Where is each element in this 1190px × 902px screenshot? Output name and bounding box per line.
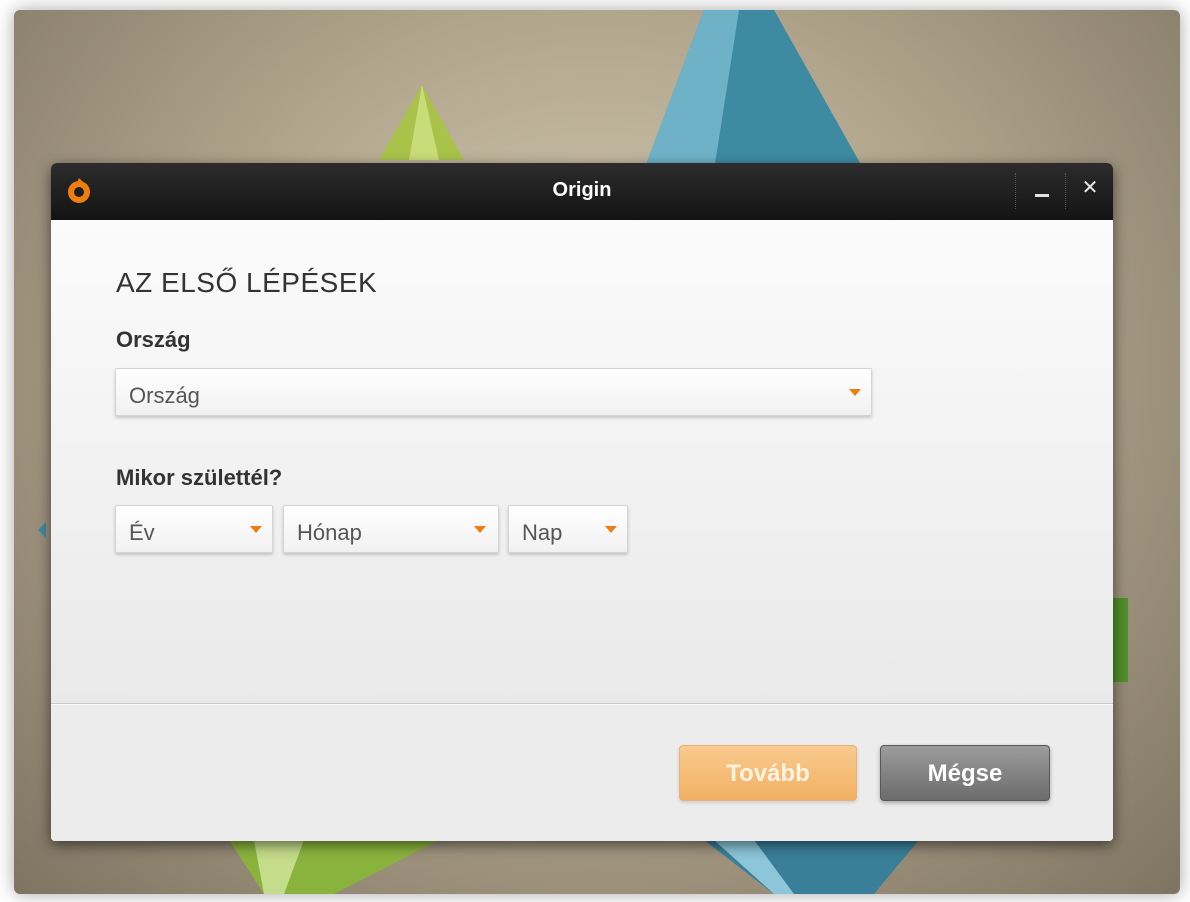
dropdown-arrow-icon bbox=[250, 526, 262, 533]
country-label: Ország bbox=[116, 327, 191, 352]
next-button[interactable]: Tovább bbox=[679, 745, 857, 801]
country-select[interactable]: Ország bbox=[115, 368, 872, 416]
cancel-button[interactable]: Mégse bbox=[880, 745, 1050, 801]
dropdown-arrow-icon bbox=[605, 526, 617, 533]
year-select[interactable]: Év bbox=[115, 505, 273, 553]
title-bar[interactable]: Origin ✕ bbox=[51, 163, 1113, 220]
month-select[interactable]: Hónap bbox=[283, 505, 499, 553]
titlebar-divider bbox=[1065, 173, 1067, 209]
day-select-value: Nap bbox=[522, 520, 563, 545]
minimize-button[interactable] bbox=[1029, 179, 1055, 205]
close-icon: ✕ bbox=[1081, 177, 1099, 199]
dialog-footer: Tovább Mégse bbox=[51, 705, 1113, 841]
month-select-value: Hónap bbox=[297, 520, 362, 545]
day-select[interactable]: Nap bbox=[508, 505, 628, 553]
dialog-content: AZ ELSŐ LÉPÉSEK Ország Ország Mikor szül… bbox=[51, 220, 1113, 703]
window-title: Origin bbox=[552, 179, 612, 201]
page-title: AZ ELSŐ LÉPÉSEK bbox=[116, 267, 378, 298]
titlebar-divider bbox=[1015, 173, 1017, 209]
birth-date-label: Mikor születtél? bbox=[116, 465, 283, 490]
country-select-value: Ország bbox=[129, 383, 200, 408]
dropdown-arrow-icon bbox=[849, 389, 861, 396]
year-select-value: Év bbox=[129, 520, 155, 545]
dropdown-arrow-icon bbox=[474, 526, 486, 533]
close-button[interactable]: ✕ bbox=[1077, 175, 1103, 201]
origin-dialog: Origin ✕ AZ ELSŐ LÉPÉSEK Ország Ország M… bbox=[51, 163, 1113, 841]
minimize-icon bbox=[1035, 194, 1049, 197]
